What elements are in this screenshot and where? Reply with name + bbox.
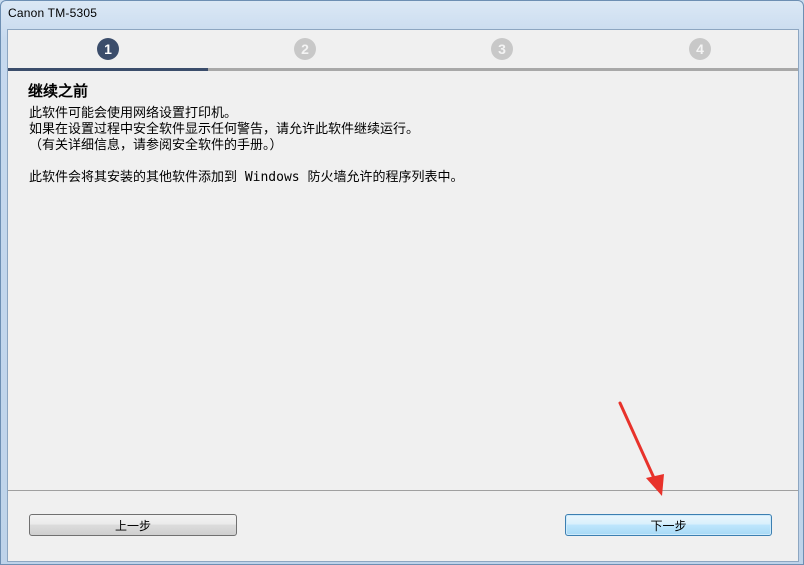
step-2-badge: 2	[294, 38, 316, 60]
info-line-1: 此软件可能会使用网络设置打印机。	[29, 106, 238, 121]
info-line-2: 如果在设置过程中安全软件显示任何警告，请允许此软件继续运行。	[29, 122, 420, 137]
step-1-badge: 1	[97, 38, 119, 60]
installer-window: Canon TM-5305 1 2 3 4 继续之前 此软件可能会使用网络设置打…	[0, 0, 804, 565]
info-line-5: 此软件会将其安装的其他软件添加到 Windows 防火墙允许的程序列表中。	[29, 170, 464, 185]
footer-divider	[8, 490, 798, 491]
main-content: 继续之前 此软件可能会使用网络设置打印机。 如果在设置过程中安全软件显示任何警告…	[8, 72, 798, 490]
info-line-4	[29, 154, 463, 170]
step-3-badge: 3	[491, 38, 513, 60]
info-text: 此软件可能会使用网络设置打印机。 如果在设置过程中安全软件显示任何警告，请允许此…	[29, 106, 463, 186]
page-heading: 继续之前	[28, 82, 89, 100]
title-bar[interactable]: Canon TM-5305	[1, 1, 803, 29]
step-4-badge: 4	[689, 38, 711, 60]
client-area: 1 2 3 4 继续之前 此软件可能会使用网络设置打印机。 如果在设置过程中安全…	[7, 29, 799, 562]
window-title: Canon TM-5305	[8, 6, 98, 20]
next-button[interactable]: 下一步	[565, 514, 772, 536]
step-progress-track	[8, 68, 798, 71]
step-progress-fill	[8, 68, 208, 71]
back-button[interactable]: 上一步	[29, 514, 237, 536]
step-indicator: 1 2 3 4	[8, 30, 798, 71]
info-line-3: （有关详细信息，请参阅安全软件的手册。）	[29, 138, 283, 153]
